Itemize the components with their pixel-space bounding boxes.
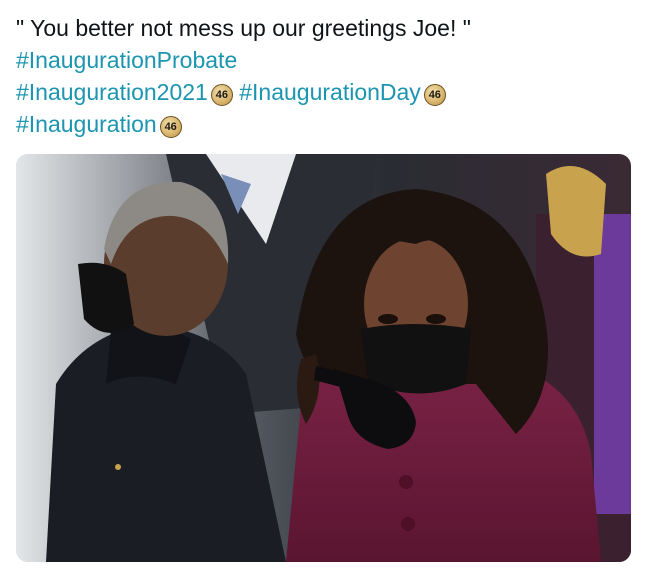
coat-button (399, 475, 413, 489)
inauguration-46-badge-icon: 46 (423, 84, 446, 106)
hashtag-inauguration-2021[interactable]: #Inauguration2021 (16, 79, 208, 105)
tweet-photo[interactable] (16, 154, 631, 562)
inauguration-photo (16, 154, 631, 562)
hashtag-inauguration-probate[interactable]: #InaugurationProbate (16, 47, 237, 73)
inauguration-46-badge-icon: 46 (210, 84, 233, 106)
flag-pin-icon (115, 464, 121, 470)
purple-coat-figure (594, 214, 631, 514)
inauguration-46-badge-icon: 46 (159, 116, 182, 138)
tweet-body: " You better not mess up our greetings J… (16, 12, 636, 140)
hashtag-inauguration[interactable]: #Inauguration (16, 111, 157, 137)
coat-button (401, 517, 415, 531)
woman-eye (378, 314, 398, 324)
woman-eye (426, 314, 446, 324)
tweet-quote: " You better not mess up our greetings J… (16, 15, 471, 41)
hashtag-inauguration-day[interactable]: #InaugurationDay (239, 79, 421, 105)
